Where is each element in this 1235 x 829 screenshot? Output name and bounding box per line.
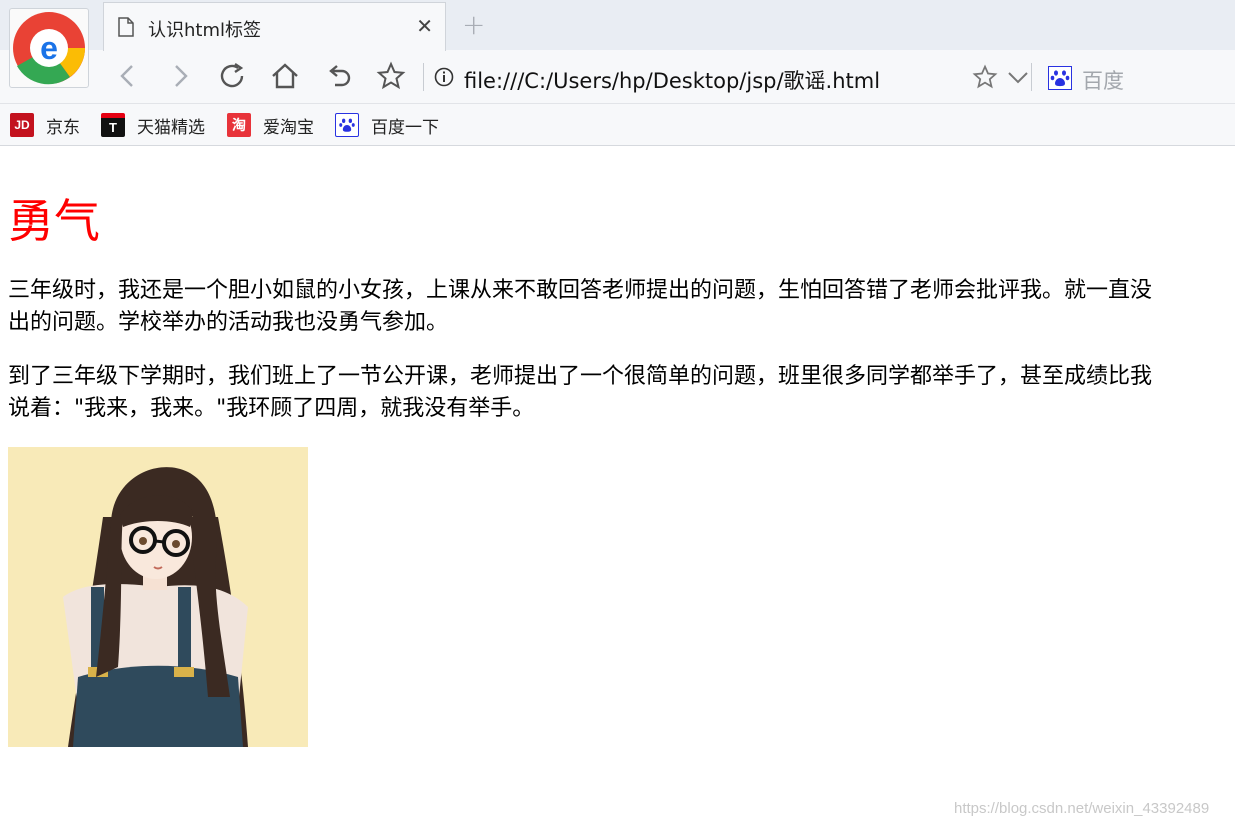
reload-icon[interactable]: [218, 61, 248, 91]
active-tab[interactable]: 认识html标签 ✕: [103, 2, 446, 51]
watermark: https://blog.csdn.net/weixin_43392489: [954, 800, 1210, 817]
paragraph-line: 到了三年级下学期时，我们班上了一节公开课，老师提出了一个很简单的问题，班里很多同…: [8, 364, 1153, 389]
browser-logo-icon[interactable]: e: [9, 8, 89, 88]
paragraph-line: 出的问题。学校举办的活动我也没勇气参加。: [8, 310, 449, 335]
baidu-paw-icon: [335, 113, 359, 137]
new-tab-icon[interactable]: +: [462, 10, 485, 40]
page-heading: 勇气: [8, 194, 100, 248]
paragraph-line: 说着："我来，我来。"我环顾了四周，就我没有举手。: [8, 396, 535, 421]
jd-icon: JD: [10, 113, 34, 137]
bookmarks-bar: JD 京东 T 天猫精选 淘 爱淘宝 百度一下: [0, 104, 1235, 146]
paragraph-line: 三年级时，我还是一个胆小如鼠的小女孩，上课从来不敢回答老师提出的问题，生怕回答错…: [8, 278, 1153, 303]
favorites-star-icon[interactable]: [376, 61, 406, 91]
tab-close-icon[interactable]: ✕: [416, 16, 433, 36]
baidu-paw-icon[interactable]: [1048, 66, 1072, 90]
forward-icon[interactable]: [165, 61, 195, 91]
bookmark-label: 爱淘宝: [263, 117, 314, 138]
info-icon[interactable]: [434, 67, 454, 87]
undo-close-tab-icon[interactable]: [324, 61, 354, 91]
page-icon: [118, 17, 134, 37]
bookmark-aitaobao[interactable]: 淘 爱淘宝: [227, 113, 314, 138]
tab-strip: e 认识html标签 ✕ +: [0, 0, 1235, 88]
taobao-icon: 淘: [227, 113, 251, 137]
paragraph: 到了三年级下学期时，我们班上了一节公开课，老师提出了一个很简单的问题，班里很多同…: [8, 361, 1235, 425]
tmall-icon: T: [101, 113, 125, 137]
svg-text:e: e: [40, 30, 58, 66]
navigation-toolbar: file:///C:/Users/hp/Desktop/jsp/歌谣.html …: [0, 50, 1235, 104]
bookmark-page-star-icon[interactable]: [972, 64, 1002, 94]
girl-illustration-image: [8, 447, 308, 747]
toolbar-separator: [423, 63, 424, 91]
search-input[interactable]: 百度: [1082, 65, 1124, 95]
bookmark-label: 京东: [46, 117, 80, 138]
back-icon[interactable]: [113, 61, 143, 91]
bookmark-label: 天猫精选: [137, 117, 205, 138]
page-content: 勇气 三年级时，我还是一个胆小如鼠的小女孩，上课从来不敢回答老师提出的问题，生怕…: [8, 147, 1235, 829]
bookmark-label: 百度一下: [371, 117, 439, 138]
bookmark-tmall[interactable]: T 天猫精选: [101, 113, 205, 138]
home-icon[interactable]: [270, 61, 300, 91]
bookmark-baidu[interactable]: 百度一下: [335, 113, 439, 138]
tab-title: 认识html标签: [148, 20, 262, 41]
toolbar-separator: [1031, 63, 1032, 91]
paragraph: 三年级时，我还是一个胆小如鼠的小女孩，上课从来不敢回答老师提出的问题，生怕回答错…: [8, 275, 1235, 339]
bookmark-jd[interactable]: JD 京东: [10, 113, 80, 138]
address-bar[interactable]: file:///C:/Users/hp/Desktop/jsp/歌谣.html: [464, 65, 880, 95]
